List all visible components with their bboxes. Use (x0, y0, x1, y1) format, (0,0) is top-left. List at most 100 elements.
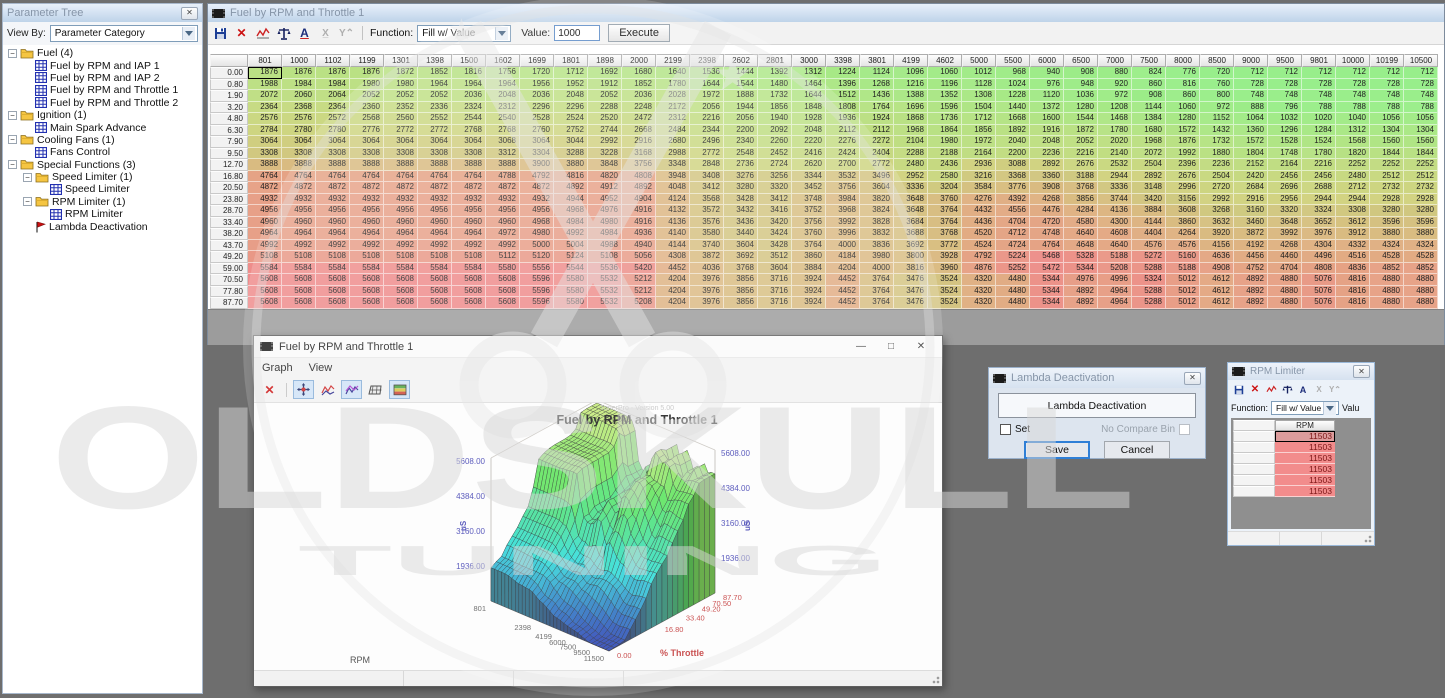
rpm-column-header[interactable]: 6000 (1030, 54, 1064, 67)
graph-icon[interactable] (254, 25, 271, 41)
tree-item-fuel-by-rpm-and-throttle-1[interactable]: Fuel by RPM and Throttle 1 (3, 84, 202, 96)
map-cell[interactable]: 4456 (1234, 251, 1268, 263)
map-cell[interactable]: 3308 (282, 148, 316, 160)
map-cell[interactable]: 5608 (452, 274, 486, 286)
map-cell[interactable]: 1712 (962, 113, 996, 125)
map-cell[interactable]: 2052 (1064, 136, 1098, 148)
map-cell[interactable]: 4880 (1404, 297, 1438, 309)
map-cell[interactable]: 728 (1302, 79, 1336, 91)
map-cell[interactable]: 4136 (1098, 205, 1132, 217)
map-cell[interactable]: 4872 (248, 182, 282, 194)
map-cell[interactable]: 4156 (1200, 240, 1234, 252)
map-cell[interactable]: 1280 (1064, 102, 1098, 114)
map-cell[interactable]: 4984 (554, 217, 588, 229)
throttle-row-header[interactable]: 70.50 (210, 274, 248, 286)
throttle-row-header[interactable]: 77.80 (210, 286, 248, 298)
map-cell[interactable]: 3280 (724, 182, 758, 194)
surface-chart[interactable]: 1936.001936.003160.003160.004384.004384.… (254, 403, 942, 670)
map-cell[interactable]: 3828 (860, 217, 894, 229)
map-cell[interactable]: 3928 (928, 251, 962, 263)
map-cell[interactable]: 2140 (1098, 148, 1132, 160)
rpm-column-header[interactable]: 3398 (826, 54, 860, 67)
function-select[interactable]: Fill w/ Value (417, 25, 511, 42)
map-cell[interactable]: 5608 (452, 297, 486, 309)
map-cell[interactable]: 4580 (1064, 217, 1098, 229)
map-cell[interactable]: 3968 (826, 205, 860, 217)
map-cell[interactable]: 728 (1336, 79, 1370, 91)
map-cell[interactable]: 748 (1268, 90, 1302, 102)
map-cell[interactable]: 1512 (826, 90, 860, 102)
map-cell[interactable]: 4324 (1370, 240, 1404, 252)
throttle-row-header[interactable]: 49.20 (210, 251, 248, 263)
map-cell[interactable]: 2724 (758, 159, 792, 171)
collapse-icon[interactable]: − (8, 111, 17, 120)
map-cell[interactable]: 3428 (724, 194, 758, 206)
map-cell[interactable]: 4892 (1234, 274, 1268, 286)
map-cell[interactable]: 1856 (962, 125, 996, 137)
map-cell[interactable]: 2288 (588, 102, 622, 114)
map-cell[interactable]: 4720 (1030, 217, 1064, 229)
map-cell[interactable]: 3836 (860, 240, 894, 252)
map-cell[interactable]: 3280 (1370, 205, 1404, 217)
map-cell[interactable]: 3684 (894, 217, 928, 229)
map-cell[interactable]: 2396 (1166, 159, 1200, 171)
map-cell[interactable]: 3256 (758, 171, 792, 183)
map-cell[interactable]: 1528 (1268, 136, 1302, 148)
map-cell[interactable]: 3824 (860, 205, 894, 217)
map-cell[interactable]: 4992 (486, 240, 520, 252)
map-cell[interactable]: 3204 (928, 182, 962, 194)
map-cell[interactable]: 2060 (282, 90, 316, 102)
map-cell[interactable]: 712 (1336, 67, 1370, 79)
map-cell[interactable]: 3856 (724, 286, 758, 298)
map-cell[interactable]: 2560 (384, 113, 418, 125)
map-cell[interactable]: 2252 (1336, 159, 1370, 171)
map-cell[interactable]: 4000 (826, 240, 860, 252)
map-cell[interactable]: 972 (1200, 102, 1234, 114)
map-cell[interactable]: 2684 (1234, 182, 1268, 194)
map-cell[interactable]: 4960 (316, 217, 350, 229)
map-cell[interactable]: 4960 (452, 217, 486, 229)
rpm-column-header[interactable]: 1699 (520, 54, 554, 67)
map-cell[interactable]: 1304 (1404, 125, 1438, 137)
map-cell[interactable]: 4968 (554, 205, 588, 217)
map-cell[interactable]: 1296 (1268, 125, 1302, 137)
map-cell[interactable]: 3744 (1098, 194, 1132, 206)
map-cell[interactable]: 2712 (1336, 182, 1370, 194)
map-cell[interactable]: 4992 (316, 240, 350, 252)
map-cell[interactable]: 4436 (962, 217, 996, 229)
map-cell[interactable]: 3716 (758, 297, 792, 309)
limiter-row-header[interactable] (1233, 420, 1275, 431)
map-cell[interactable]: 3088 (996, 159, 1030, 171)
map-cell[interactable]: 1144 (1132, 102, 1166, 114)
map-cell[interactable]: 5076 (1302, 286, 1336, 298)
compare-scales-icon[interactable] (275, 25, 292, 41)
collapse-icon[interactable]: − (8, 160, 17, 169)
map-cell[interactable]: 1992 (1166, 148, 1200, 160)
rpm-column-header[interactable]: 3801 (860, 54, 894, 67)
map-cell[interactable]: 4724 (996, 240, 1030, 252)
map-cell[interactable]: 5608 (486, 297, 520, 309)
map-cell[interactable]: 3764 (860, 297, 894, 309)
map-cell[interactable]: 4932 (418, 194, 452, 206)
map-cell[interactable]: 1096 (894, 67, 928, 79)
map-cell[interactable]: 4392 (996, 194, 1030, 206)
map-cell[interactable]: 3976 (1302, 228, 1336, 240)
map-cell[interactable]: 1732 (758, 90, 792, 102)
map-cell[interactable]: 4792 (962, 251, 996, 263)
map-cell[interactable]: 2104 (894, 136, 928, 148)
lambda-titlebar[interactable]: Lambda Deactivation (989, 368, 1205, 388)
map-cell[interactable]: 4964 (282, 228, 316, 240)
map-cell[interactable]: 5108 (282, 251, 316, 263)
map-cell[interactable]: 1872 (1064, 125, 1098, 137)
map-cell[interactable]: 4636 (1200, 251, 1234, 263)
limiter-cell[interactable]: 11503 (1275, 486, 1335, 497)
map-cell[interactable]: 5288 (1132, 286, 1166, 298)
tree-item-speed-limiter-1[interactable]: −Speed Limiter (1) (3, 171, 202, 183)
map-cell[interactable]: 2200 (996, 148, 1030, 160)
rpm-column-header[interactable]: 1398 (418, 54, 452, 67)
map-cell[interactable]: 3424 (758, 228, 792, 240)
map-cell[interactable]: 3800 (894, 251, 928, 263)
map-cell[interactable]: 3160 (1234, 205, 1268, 217)
map-cell[interactable]: 1152 (1200, 113, 1234, 125)
map-cell[interactable]: 5288 (1132, 263, 1166, 275)
